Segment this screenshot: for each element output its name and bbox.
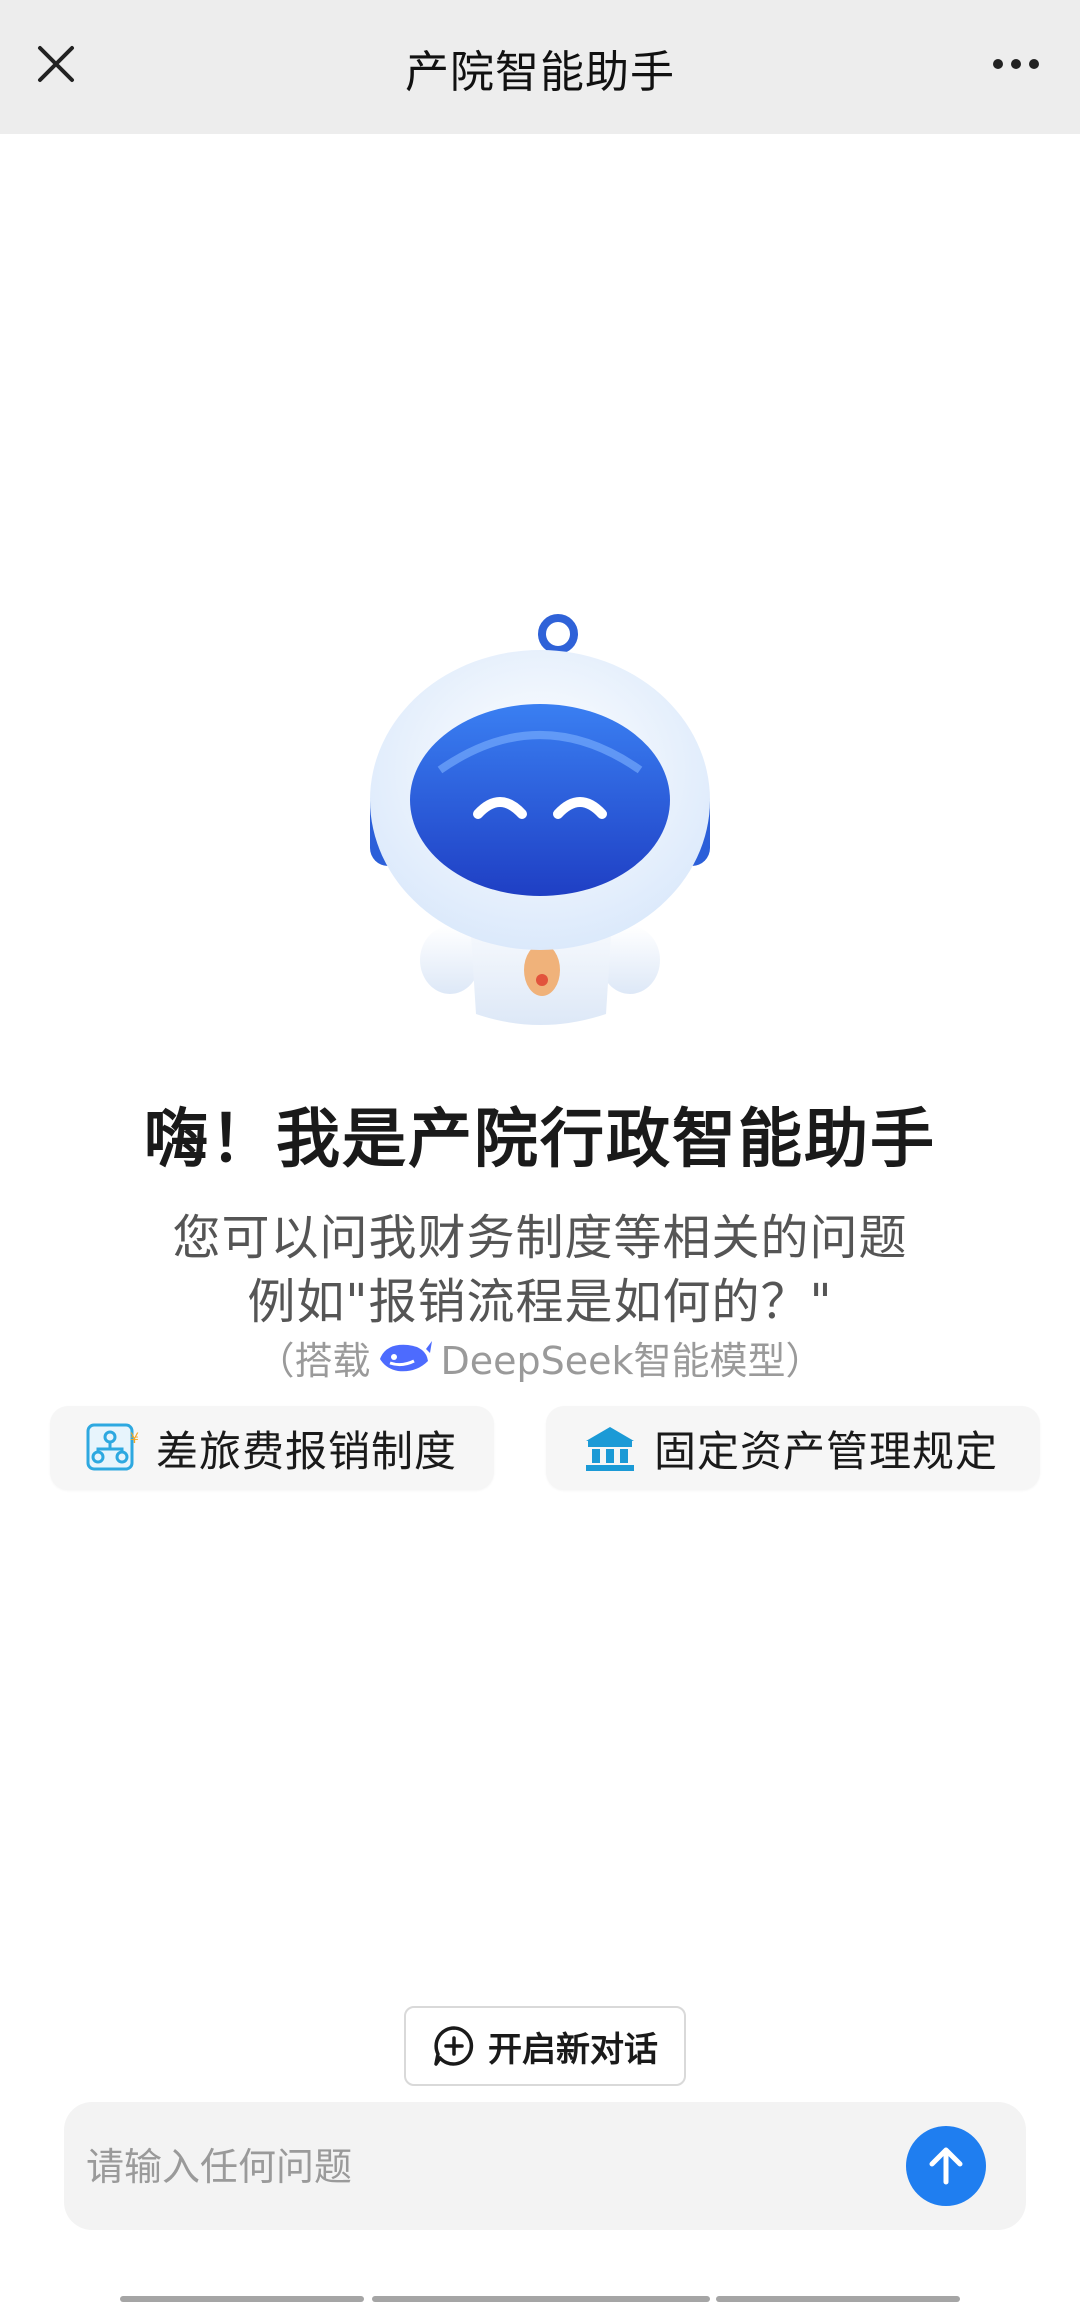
message-input[interactable] (84, 2132, 868, 2202)
message-input-bar (64, 2102, 1026, 2230)
arrow-up-icon (929, 2147, 963, 2185)
bottom-indicator (120, 2296, 960, 2302)
building-icon (582, 1423, 638, 1473)
chat-add-icon (434, 2026, 474, 2066)
top-bar: 产院智能助手 (0, 0, 1080, 134)
model-note-prefix: （搭载 (256, 1339, 371, 1383)
suggestion-chip-travel-expense[interactable]: ¥ 差旅费报销制度 (50, 1406, 494, 1490)
suggestion-chip-fixed-assets[interactable]: 固定资产管理规定 (546, 1406, 1040, 1490)
greeting-title: 嗨！我是产院行政智能助手 (144, 1103, 936, 1177)
greeting-subtitle-2: 例如"报销流程是如何的？" (247, 1274, 833, 1330)
page-title: 产院智能助手 (405, 47, 675, 98)
greeting-subtitle-1: 您可以问我财务制度等相关的问题 (172, 1210, 908, 1266)
robot-mascot-icon (370, 614, 710, 1025)
model-note: （搭载 DeepSeek智能模型 ） (0, 1330, 1080, 1385)
more-button[interactable] (980, 44, 1052, 84)
model-note-name: DeepSeek智能模型 (440, 1339, 786, 1383)
svg-text:¥: ¥ (130, 1431, 139, 1447)
org-chart-icon: ¥ (86, 1423, 140, 1473)
model-note-suffix: ） (785, 1339, 824, 1383)
send-button[interactable] (906, 2126, 986, 2206)
suggestion-label: 差旅费报销制度 (156, 1426, 458, 1476)
page: 产院智能助手 嗨！我是产院行政智能助手 您可以问我财务制度等相关的问题 例如"报… (0, 0, 1080, 2308)
more-icon (993, 59, 1003, 69)
new-chat-label: 开启新对话 (488, 2029, 658, 2070)
new-chat-button[interactable]: 开启新对话 (404, 2006, 686, 2086)
deepseek-whale-icon (376, 1337, 434, 1379)
suggestion-label: 固定资产管理规定 (654, 1426, 999, 1476)
